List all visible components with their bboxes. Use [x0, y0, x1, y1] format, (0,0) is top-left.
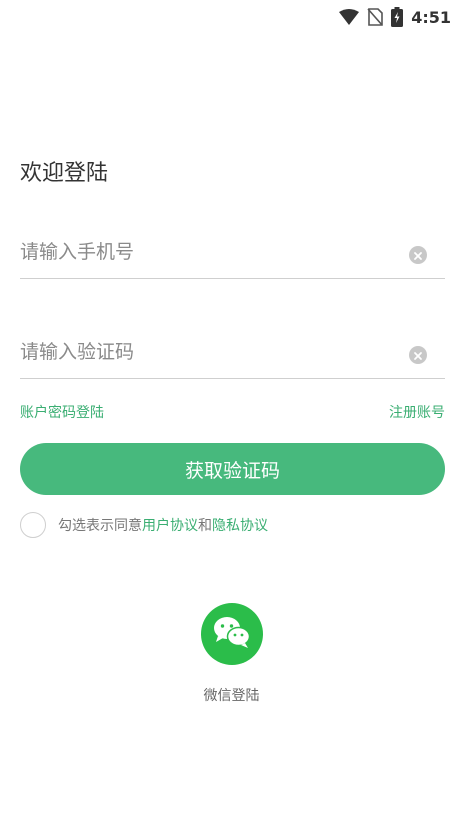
password-login-link[interactable]: 账户密码登陆: [20, 402, 104, 422]
login-links: 账户密码登陆 注册账号: [20, 402, 445, 422]
battery-icon: [391, 7, 404, 27]
user-agreement-link[interactable]: 用户协议: [142, 515, 198, 535]
status-time: 4:51: [411, 7, 451, 27]
phone-input[interactable]: [20, 232, 380, 272]
privacy-agreement-link[interactable]: 隐私协议: [212, 515, 268, 535]
close-icon: [413, 246, 423, 265]
wechat-login-button[interactable]: [200, 603, 263, 665]
get-code-button[interactable]: 获取验证码: [20, 443, 445, 495]
code-input[interactable]: [20, 332, 380, 372]
register-link[interactable]: 注册账号: [389, 402, 445, 422]
wechat-icon: [212, 615, 252, 653]
status-bar: 4:51: [0, 0, 463, 34]
clear-phone-button[interactable]: [409, 246, 427, 264]
agreement-and: 和: [198, 518, 212, 534]
clear-code-button[interactable]: [409, 346, 427, 364]
agreement-row: 勾选表示同意 用户协议 和 隐私协议: [20, 510, 268, 540]
agreement-checkbox[interactable]: [20, 512, 46, 538]
wechat-login-label: 微信登陆: [203, 688, 260, 704]
code-field: [20, 330, 445, 379]
social-login: 微信登陆: [0, 603, 463, 705]
close-icon: [413, 346, 423, 365]
agreement-prefix: 勾选表示同意: [58, 518, 142, 534]
wifi-icon: [339, 9, 360, 25]
page-title: 欢迎登陆: [20, 161, 109, 186]
no-sim-icon: [367, 8, 384, 26]
phone-field: [20, 230, 445, 279]
